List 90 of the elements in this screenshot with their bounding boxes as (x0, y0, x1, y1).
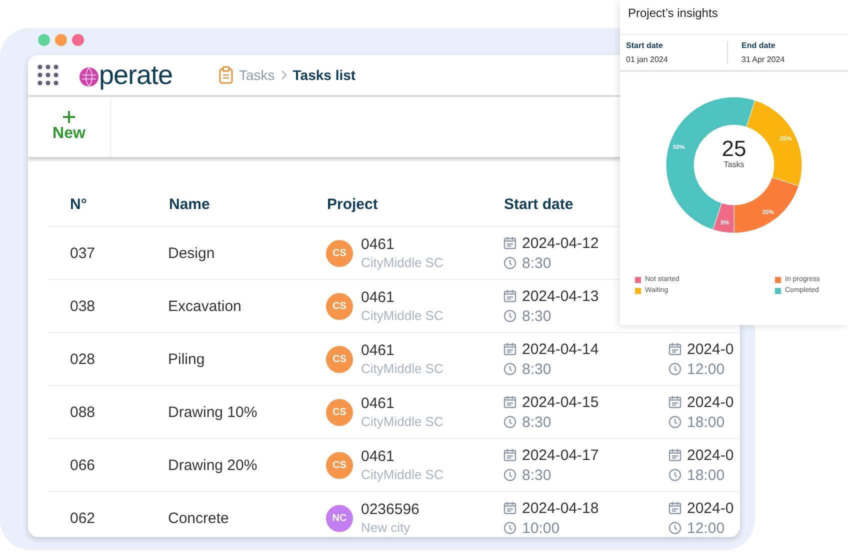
project-code: 0461 (361, 289, 396, 306)
end-date: 2024-0 (687, 500, 734, 516)
project-code: 0461 (361, 236, 396, 253)
project-city: CityMiddle SC (361, 255, 444, 270)
end-time: 12:00 (687, 520, 725, 536)
calendar-icon (668, 501, 682, 515)
column-header: Start date (504, 196, 574, 213)
clock-icon (503, 415, 517, 429)
project-city: CityMiddle SC (361, 467, 444, 482)
calendar-icon (503, 236, 517, 250)
end-time: 18:00 (687, 466, 725, 484)
calendar-icon (503, 342, 517, 356)
new-button[interactable]: New (28, 97, 111, 157)
calendar-icon (503, 289, 517, 303)
task-number: 037 (70, 244, 96, 262)
project-city: CityMiddle SC (361, 308, 444, 323)
clock-icon (503, 521, 517, 535)
start-time: 8:30 (522, 360, 552, 378)
start-time: 10:00 (522, 520, 560, 536)
avatar: CS (326, 346, 353, 372)
start-date: 2024-04-17 (522, 446, 599, 464)
project-code: 0461 (361, 448, 396, 465)
start-date: 2024-04-14 (522, 340, 599, 358)
avatar: CS (326, 398, 353, 426)
avatar: CS (326, 292, 353, 320)
calendar-icon (668, 448, 682, 462)
clock-icon (668, 468, 682, 482)
column-header: N° (70, 196, 87, 213)
clipboard-icon (219, 66, 233, 84)
project-city: CityMiddle SC (361, 414, 444, 429)
end-date-label: End date (742, 41, 776, 50)
end-time: 12:00 (687, 360, 725, 378)
task-name: Excavation (168, 298, 242, 314)
avatar: NC (326, 504, 353, 532)
card-title: Project’s insights (627, 5, 719, 22)
start-time: 8:30 (522, 466, 552, 484)
column-header: Project (327, 196, 378, 213)
task-count-label: Tasks (724, 160, 744, 169)
start-date-value: 01 jan 2024 (626, 55, 669, 64)
clock-icon (503, 309, 517, 323)
end-date: 2024-0 (687, 340, 734, 358)
start-date: 2024-04-18 (522, 500, 599, 516)
calendar-icon (668, 395, 682, 409)
task-number: 088 (70, 404, 96, 420)
calendar-icon (503, 395, 517, 409)
column-header: Name (169, 196, 210, 213)
task-number: 066 (70, 456, 96, 474)
project-code: 0236596 (361, 501, 420, 518)
calendar-icon (503, 448, 517, 462)
end-time: 18:00 (687, 414, 725, 430)
clock-icon (503, 256, 517, 270)
start-time: 8:30 (522, 308, 552, 324)
chevron-icon (280, 70, 287, 80)
logo-text: perate (99, 62, 173, 88)
clock-icon (503, 468, 517, 482)
task-name: Piling (168, 350, 205, 368)
start-date-label: Start date (626, 41, 664, 50)
start-date: 2024-04-12 (522, 234, 599, 252)
calendar-icon (668, 342, 682, 356)
task-name: Drawing 20% (168, 456, 258, 474)
avatar: CS (326, 240, 353, 266)
task-number: 028 (70, 350, 96, 368)
project-code: 0461 (361, 342, 396, 359)
end-date-value: 31 Apr 2024 (742, 55, 786, 64)
clock-icon (668, 521, 682, 535)
start-time: 8:30 (522, 414, 552, 430)
project-city: New city (361, 520, 412, 535)
task-number: 038 (70, 298, 96, 314)
clock-icon (668, 415, 682, 429)
calendar-icon (503, 501, 517, 515)
plus-icon (63, 111, 75, 123)
end-date: 2024-0 (687, 394, 734, 410)
project-code: 0461 (361, 395, 396, 412)
start-time: 8:30 (522, 254, 552, 272)
breadcrumb-current: Tasks list (292, 67, 356, 83)
task-name: Design (168, 244, 215, 262)
task-name: Concrete (168, 510, 229, 526)
start-date: 2024-04-15 (522, 394, 599, 410)
project-city: CityMiddle SC (361, 361, 444, 376)
globe-icon (79, 66, 99, 86)
task-number: 062 (70, 510, 96, 526)
start-date: 2024-04-13 (522, 288, 599, 304)
avatar: CS (326, 452, 353, 478)
breadcrumb-link[interactable]: Tasks (239, 67, 275, 83)
clock-icon (503, 362, 517, 376)
task-name: Drawing 10% (168, 404, 258, 420)
task-count: 25 (722, 138, 746, 160)
apps-grid-icon[interactable] (37, 64, 59, 86)
clock-icon (668, 362, 682, 376)
end-date: 2024-0 (687, 446, 734, 464)
